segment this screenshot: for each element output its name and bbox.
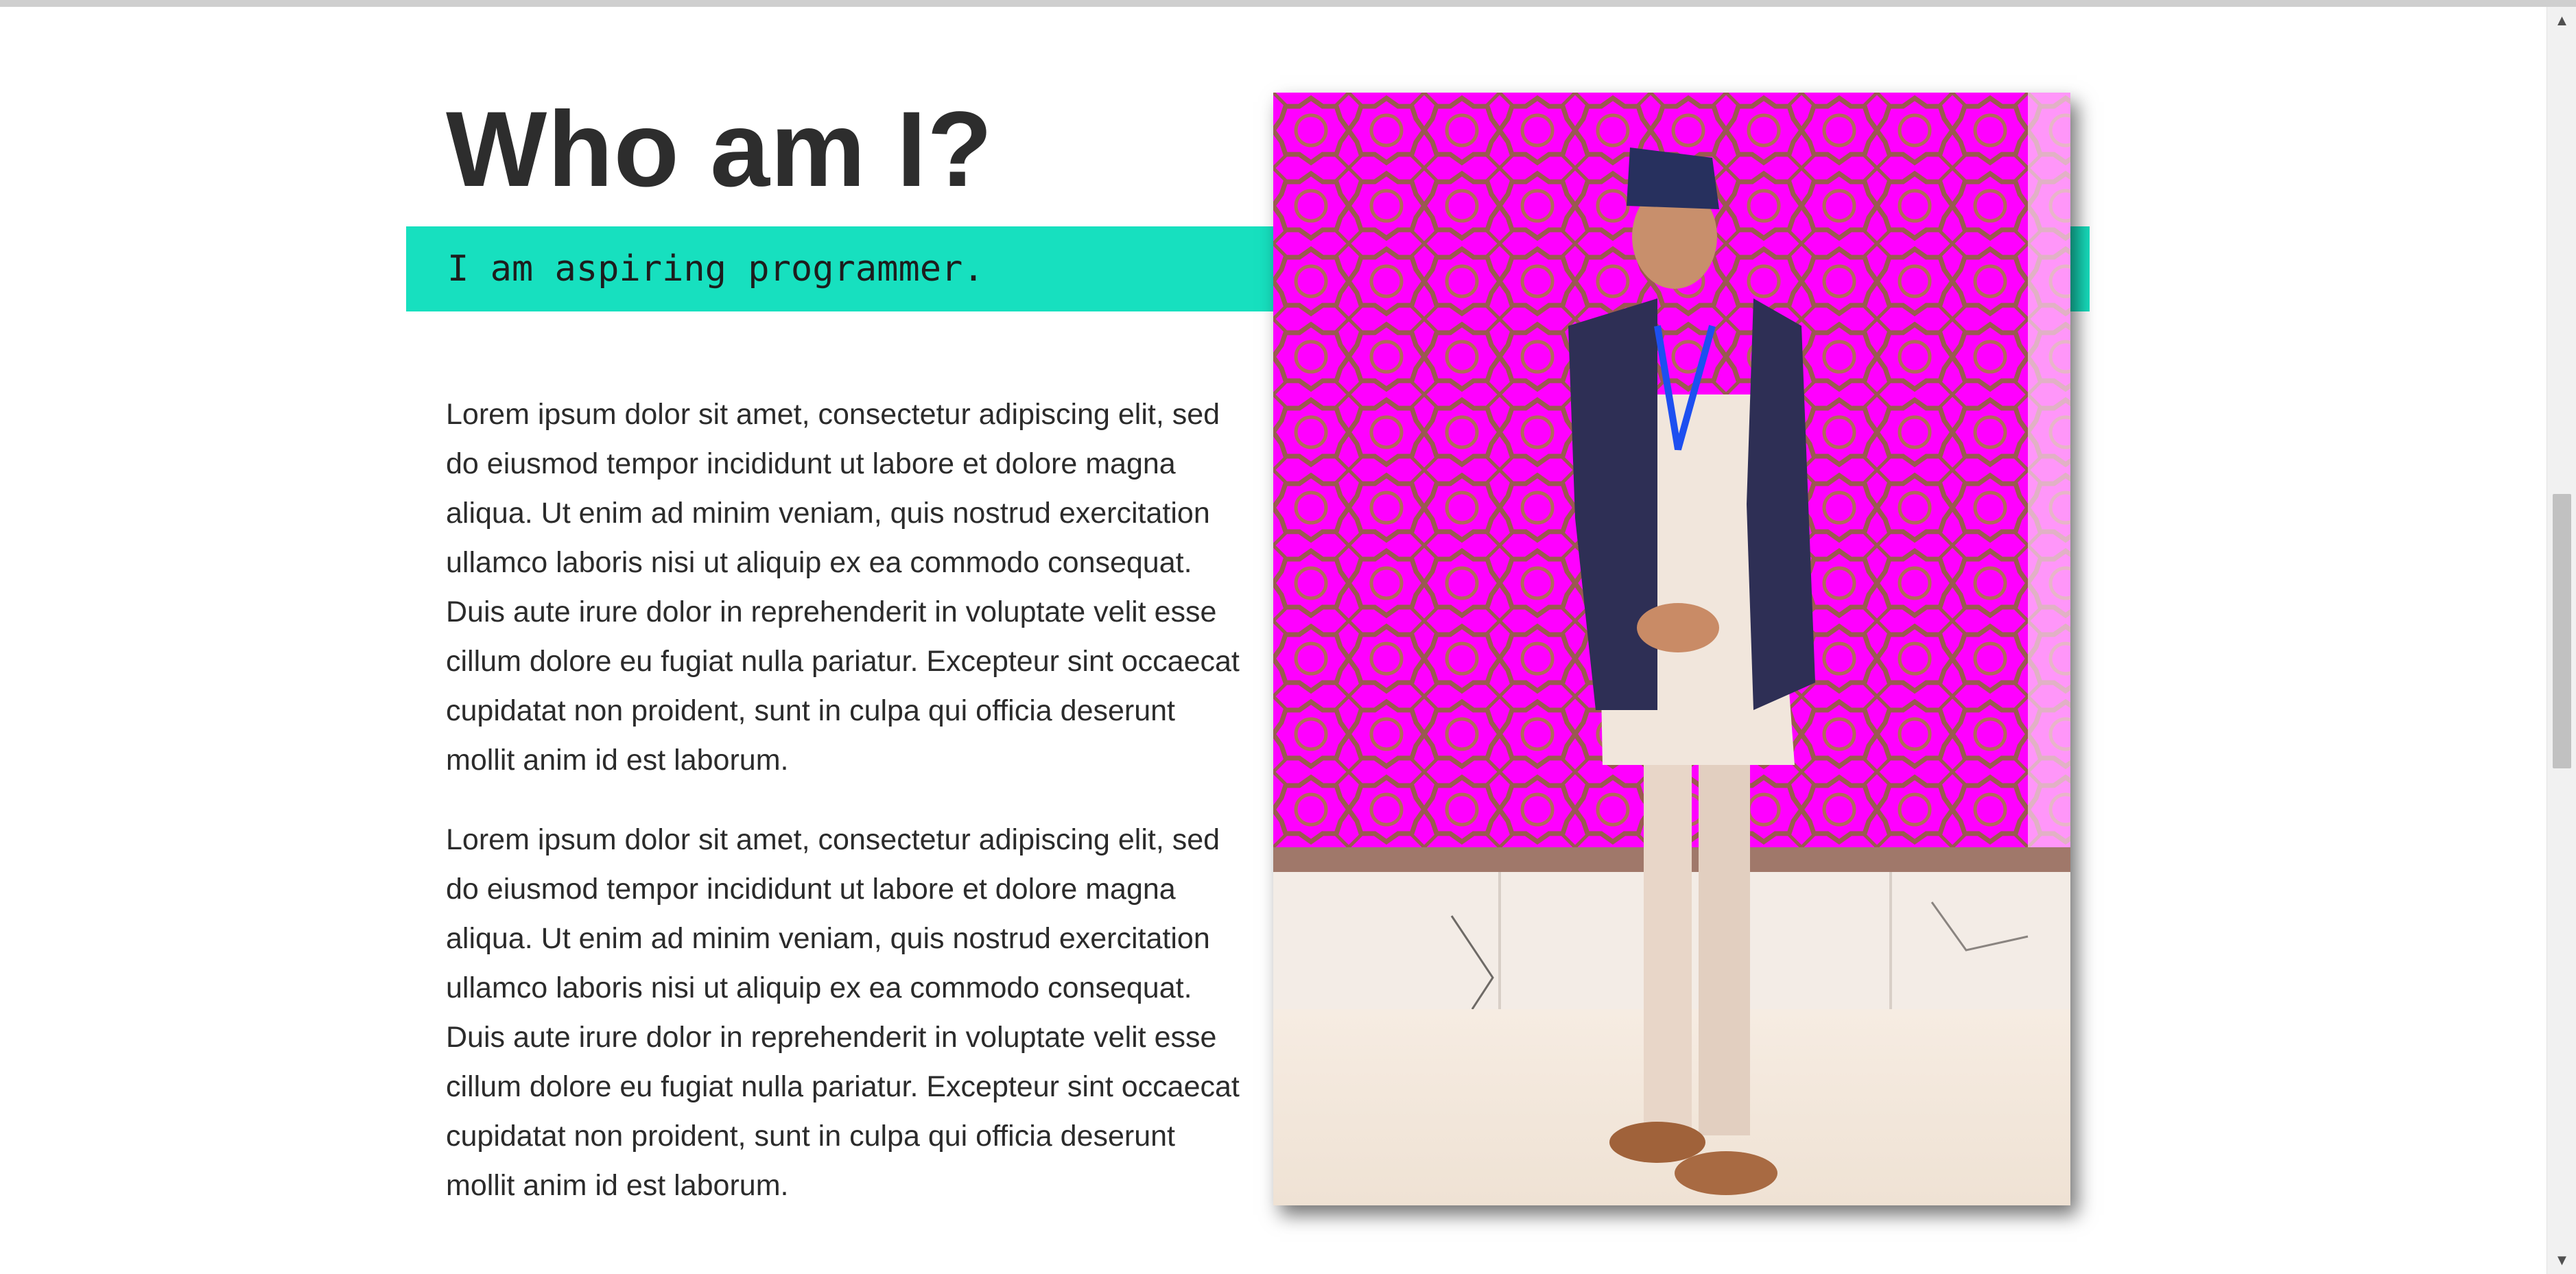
window-top-border [0,0,2576,7]
tagline-text: I am aspiring programmer. [447,248,984,290]
scroll-up-arrow-icon[interactable]: ▲ [2547,7,2576,34]
bio-paragraph-2: Lorem ipsum dolor sit amet, consectetur … [446,823,1240,1202]
scroll-down-arrow-icon[interactable]: ▼ [2547,1247,2576,1274]
page-scrollbar[interactable]: ▲ ▼ [2547,7,2576,1274]
about-section: Who am I? I am aspiring programmer. Lore… [0,7,2547,1274]
bio-paragraph-1: Lorem ipsum dolor sit amet, consectetur … [446,398,1240,777]
page-title: Who am I? [446,90,993,209]
profile-photo [1273,93,2070,1205]
scrollbar-thumb[interactable] [2553,494,2571,768]
